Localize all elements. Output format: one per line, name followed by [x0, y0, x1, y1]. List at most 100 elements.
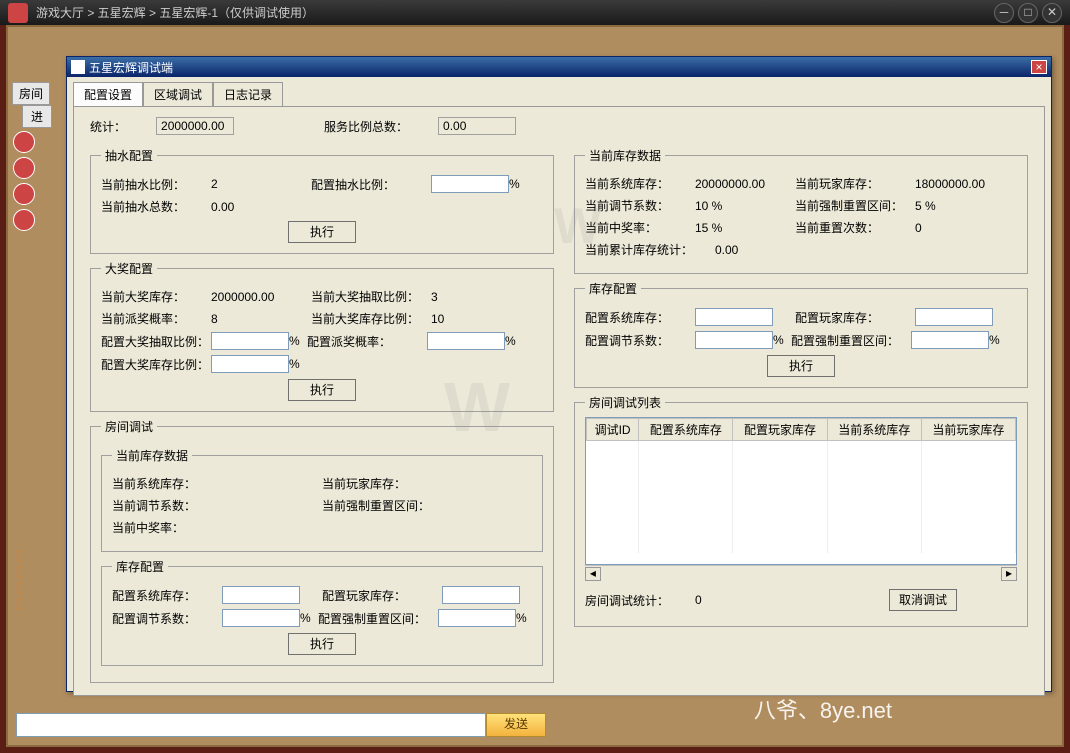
- prize-stockr-v: 10: [431, 312, 444, 326]
- pct: %: [289, 357, 300, 371]
- cs-acc-v: 0.00: [715, 243, 738, 257]
- rd-sys-l: 当前系统库存：: [112, 475, 222, 492]
- stockcfg-exec-button[interactable]: 执行: [767, 355, 835, 377]
- minimize-button[interactable]: ─: [994, 3, 1014, 23]
- side-panel: [[[[: [18, 547, 68, 611]
- prize-stock-l: 当前大奖库存：: [101, 288, 211, 305]
- table-row: [586, 457, 1015, 473]
- cs-force-l: 当前强制重置区间：: [795, 197, 915, 214]
- cs-player-l: 当前玩家库存：: [795, 175, 915, 192]
- avatar: [13, 131, 35, 153]
- close-icon[interactable]: ×: [1031, 60, 1047, 74]
- room-tab[interactable]: 房间: [12, 82, 50, 105]
- pct: %: [509, 177, 520, 191]
- sc-player-input[interactable]: [915, 308, 993, 326]
- th-cfgsys[interactable]: 配置系统库存: [639, 419, 733, 441]
- stat-label: 统计：: [90, 118, 126, 135]
- sc-force-l: 配置强制重置区间：: [791, 332, 911, 349]
- tab-config[interactable]: 配置设置: [73, 82, 143, 107]
- prize-cfgsend-l: 配置派奖概率：: [307, 333, 427, 350]
- th-cfgplayer[interactable]: 配置玩家库存: [733, 419, 827, 441]
- roomdbg-exec-button[interactable]: 执行: [288, 633, 356, 655]
- cs-acc-l: 当前累计库存统计：: [585, 241, 715, 258]
- send-button[interactable]: 发送: [486, 713, 546, 737]
- cs-reset-l: 当前重置次数：: [795, 219, 915, 236]
- sc-adj-l: 配置调节系数：: [585, 332, 695, 349]
- prize-exec-button[interactable]: 执行: [288, 379, 356, 401]
- rd-cfgforce-input[interactable]: [438, 609, 516, 627]
- stockcfg-legend: 库存配置: [585, 280, 641, 297]
- drain-fieldset: 抽水配置 当前抽水比例： 2 配置抽水比例： % 当前抽水总数： 0.00: [90, 147, 554, 254]
- rd-cfgplayer-input[interactable]: [442, 586, 520, 604]
- roomlist-legend: 房间调试列表: [585, 394, 665, 411]
- player-strip: [10, 127, 38, 235]
- cs-adj-l: 当前调节系数：: [585, 197, 695, 214]
- drain-legend: 抽水配置: [101, 147, 157, 164]
- roomdbg-cur-fieldset: 当前库存数据 当前系统库存： 当前玩家库存： 当前调节系数： 当前强制重置区间：…: [101, 447, 543, 552]
- enter-button[interactable]: 进: [22, 105, 52, 128]
- table-row: [586, 521, 1015, 537]
- chat-input[interactable]: [16, 713, 486, 737]
- cs-win-v: 15 %: [695, 221, 795, 235]
- curstock-legend: 当前库存数据: [585, 147, 665, 164]
- outer-titlebar: 游戏大厅 > 五星宏辉 > 五星宏辉-1（仅供调试使用） ─ □ ✕: [0, 0, 1070, 25]
- svc-value: 0.00: [438, 117, 516, 135]
- rd-cfgadj-input[interactable]: [222, 609, 300, 627]
- table-row: [586, 441, 1015, 457]
- close-button[interactable]: ✕: [1042, 3, 1062, 23]
- sc-player-l: 配置玩家库存：: [795, 309, 915, 326]
- sc-force-input[interactable]: [911, 331, 989, 349]
- th-curplayer[interactable]: 当前玩家库存: [921, 419, 1015, 441]
- rd-cfgsys-input[interactable]: [222, 586, 300, 604]
- prize-stockr-l: 当前大奖库存比例：: [311, 310, 431, 327]
- prize-send-v: 8: [211, 312, 311, 326]
- h-scrollbar[interactable]: ◂ ▸: [585, 565, 1017, 581]
- sc-adj-input[interactable]: [695, 331, 773, 349]
- table-row: [586, 505, 1015, 521]
- pct: %: [289, 334, 307, 348]
- cs-reset-v: 0: [915, 221, 922, 235]
- sc-sys-input[interactable]: [695, 308, 773, 326]
- maximize-button[interactable]: □: [1018, 3, 1038, 23]
- th-id[interactable]: 调试ID: [586, 419, 638, 441]
- stat-value: 2000000.00: [156, 117, 234, 135]
- rd-cfgsys-l: 配置系统库存：: [112, 587, 222, 604]
- prize-cfgstock-input[interactable]: [211, 355, 289, 373]
- scroll-right-icon[interactable]: ▸: [1001, 567, 1017, 581]
- th-cursys[interactable]: 当前系统库存: [827, 419, 921, 441]
- table-row: [586, 489, 1015, 505]
- breadcrumb: 游戏大厅 > 五星宏辉 > 五星宏辉-1（仅供调试使用）: [36, 4, 994, 21]
- roomlist-stat-v: 0: [695, 593, 795, 607]
- watermark: 八爷、8ye.net: [754, 693, 892, 725]
- drain-cfg-ratio-input[interactable]: [431, 175, 509, 193]
- debug-titlebar: 五星宏辉调试端 ×: [67, 57, 1051, 77]
- debug-window: 五星宏辉调试端 × 配置设置 区域调试 日志记录 W W 统计： 2000000…: [66, 56, 1052, 692]
- drain-exec-button[interactable]: 执行: [288, 221, 356, 243]
- tab-region[interactable]: 区域调试: [143, 82, 213, 107]
- roomlist-table[interactable]: 调试ID 配置系统库存 配置玩家库存 当前系统库存 当前玩家库存: [585, 417, 1017, 565]
- prize-cfgstock-l: 配置大奖库存比例：: [101, 356, 211, 373]
- drain-cfg-ratio-l: 配置抽水比例：: [311, 176, 431, 193]
- scroll-left-icon[interactable]: ◂: [585, 567, 601, 581]
- drain-total-v: 0.00: [211, 200, 311, 214]
- app-icon: [8, 3, 28, 23]
- avatar: [13, 209, 35, 231]
- rd-cfgadj-l: 配置调节系数：: [112, 610, 222, 627]
- drain-cur-ratio-l: 当前抽水比例：: [101, 176, 211, 193]
- cancel-debug-button[interactable]: 取消调试: [889, 589, 957, 611]
- pct: %: [989, 333, 1000, 347]
- pct: %: [300, 611, 318, 625]
- curstock-fieldset: 当前库存数据 当前系统库存： 20000000.00 当前玩家库存： 18000…: [574, 147, 1028, 274]
- prize-legend: 大奖配置: [101, 260, 157, 277]
- table-row: [586, 473, 1015, 489]
- tab-log[interactable]: 日志记录: [213, 82, 283, 107]
- prize-draw-l: 当前大奖抽取比例：: [311, 288, 431, 305]
- cs-win-l: 当前中奖率：: [585, 219, 695, 236]
- prize-cfgdraw-input[interactable]: [211, 332, 289, 350]
- pct: %: [516, 611, 527, 625]
- window-title: 五星宏辉调试端: [89, 59, 1031, 76]
- rd-player-l: 当前玩家库存：: [322, 475, 442, 492]
- sc-sys-l: 配置系统库存：: [585, 309, 695, 326]
- roomdbg-fieldset: 房间调试 当前库存数据 当前系统库存： 当前玩家库存： 当前调节系数： 当前强制…: [90, 418, 554, 683]
- prize-cfgsend-input[interactable]: [427, 332, 505, 350]
